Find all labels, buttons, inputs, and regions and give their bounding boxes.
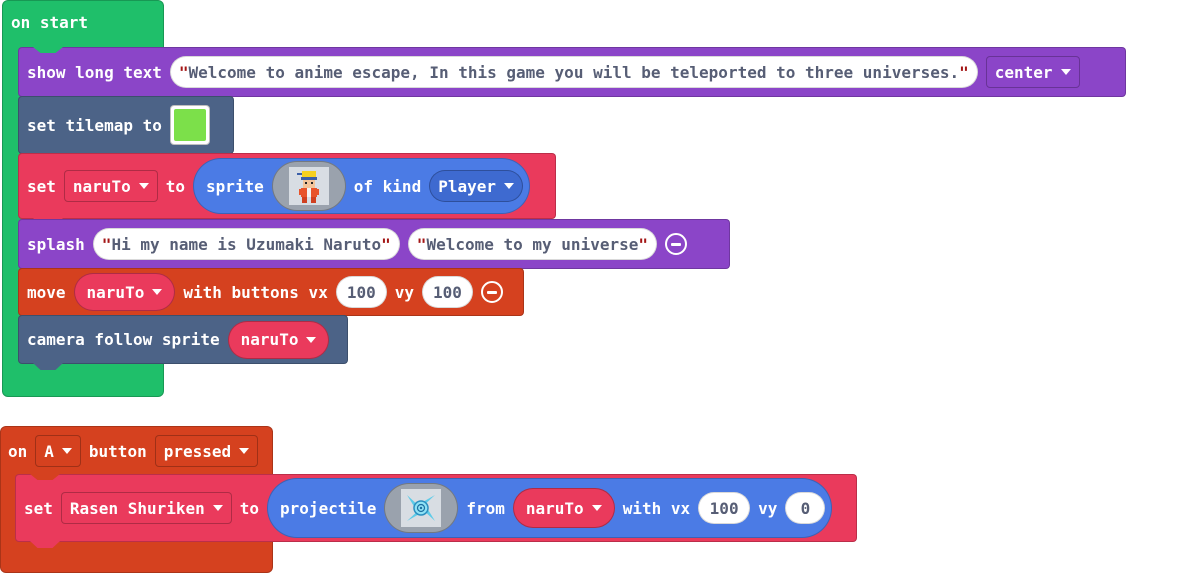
variable-value: naruTo (72, 176, 131, 196)
move-vy-field[interactable]: 100 (422, 276, 473, 308)
chevron-down-icon (504, 183, 514, 189)
on-label: on (8, 441, 28, 461)
variable-dropdown[interactable]: naruTo (63, 170, 158, 202)
set-label: set (24, 498, 53, 518)
kind-value: Player (438, 176, 496, 196)
splash-label: splash (27, 234, 85, 254)
show-long-text-block[interactable]: show long text " Welcome to anime escape,… (18, 47, 1126, 103)
tilemap-picker[interactable] (169, 105, 210, 145)
projectile-variable-value: Rasen Shuriken (69, 498, 205, 518)
button-dropdown[interactable]: A (35, 435, 81, 467)
move-sprite-dropdown[interactable]: naruTo (73, 273, 176, 311)
splash-text1-field[interactable]: " Hi my name is Uzumaki Naruto " (92, 228, 400, 260)
projectile-vy-field[interactable]: 0 (785, 492, 826, 524)
splash-block[interactable]: splash " Hi my name is Uzumaki Naruto " " … (18, 219, 730, 275)
move-vx-value: 100 (346, 282, 376, 302)
from-label: from (466, 498, 505, 518)
chevron-down-icon (138, 183, 149, 189)
chevron-down-icon (239, 448, 250, 454)
to-label: to (165, 176, 185, 196)
chevron-down-icon (306, 336, 317, 343)
splash-text1-value: Hi my name is Uzumaki Naruto (111, 234, 382, 254)
set-tilemap-block[interactable]: set tilemap to (18, 96, 234, 160)
on-start-label: on start (11, 13, 89, 32)
projectile-label: projectile (280, 498, 377, 518)
move-block[interactable]: move naruTo with buttons vx 100 vy 100 (18, 268, 524, 322)
camera-follow-label: camera follow sprite (27, 330, 220, 349)
button-value: A (44, 441, 54, 461)
rasen-shuriken-icon[interactable] (384, 483, 459, 533)
kind-dropdown[interactable]: Player (429, 170, 523, 202)
rasen-shuriken-image (401, 489, 442, 527)
sprite-label: sprite (205, 176, 264, 196)
chevron-down-icon (152, 289, 163, 295)
event-value: pressed (163, 441, 232, 461)
projectile-vx-value: 100 (709, 498, 739, 518)
set-label: set (27, 176, 56, 196)
remove-parameter-icon[interactable] (480, 281, 503, 303)
camera-follow-block[interactable]: camera follow sprite naruTo (18, 315, 348, 370)
with-vx-label: with vx (622, 498, 691, 518)
splash-text2-value: Welcome to my universe (426, 234, 639, 254)
move-label: move (27, 282, 66, 302)
from-sprite-dropdown[interactable]: naruTo (512, 488, 615, 528)
camera-sprite-dropdown[interactable]: naruTo (227, 320, 330, 359)
chevron-down-icon (61, 448, 72, 454)
projectile-vy-label: vy (758, 498, 778, 518)
chevron-down-icon (212, 505, 223, 511)
event-dropdown[interactable]: pressed (154, 435, 259, 467)
projectile-vy-value: 0 (800, 498, 811, 518)
set-sprite-block[interactable]: set naruTo to sprite of kind Player (18, 153, 556, 225)
from-sprite-value: naruTo (525, 498, 584, 518)
chevron-down-icon (1060, 69, 1071, 75)
text-position-value: center (994, 62, 1053, 82)
text-position-dropdown[interactable]: center (985, 56, 1080, 88)
move-vy-value: 100 (433, 282, 462, 302)
remove-parameter-icon[interactable] (665, 233, 687, 255)
set-tilemap-label: set tilemap to (27, 115, 162, 135)
of-kind-label: of kind (353, 176, 422, 196)
move-vy-label: vy (394, 282, 414, 302)
projectile-reporter[interactable]: projectile from naruTo with vx 100 vy 0 (267, 478, 833, 538)
long-text-value: Welcome to anime escape, In this game yo… (188, 62, 960, 82)
chevron-down-icon (591, 505, 602, 511)
naruto-sprite-icon[interactable] (271, 161, 346, 211)
tilemap-swatch (173, 109, 206, 141)
sprite-reporter[interactable]: sprite of kind Player (192, 158, 530, 214)
move-vx-field[interactable]: 100 (335, 276, 387, 308)
camera-sprite-value: naruTo (240, 330, 299, 349)
set-projectile-block[interactable]: set Rasen Shuriken to projectile from na… (15, 474, 857, 548)
projectile-variable-dropdown[interactable]: Rasen Shuriken (60, 492, 232, 524)
with-buttons-label: with buttons vx (183, 282, 328, 302)
to-label: to (239, 498, 260, 518)
naruto-sprite-image (288, 167, 329, 205)
move-sprite-value: naruTo (86, 282, 145, 302)
long-text-field[interactable]: " Welcome to anime escape, In this game y… (169, 56, 978, 88)
button-label: button (88, 441, 147, 461)
show-long-text-label: show long text (27, 62, 162, 82)
projectile-vx-field[interactable]: 100 (698, 492, 751, 524)
splash-text2-field[interactable]: " Welcome to my universe " (407, 228, 657, 260)
